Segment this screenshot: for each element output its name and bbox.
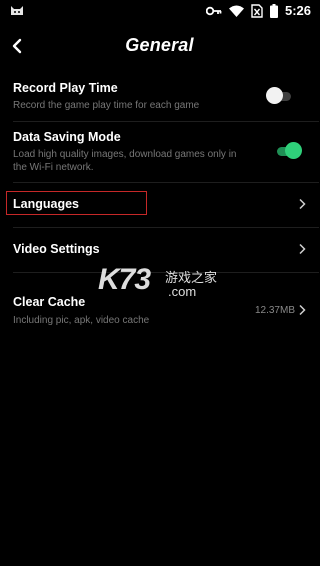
header: General — [0, 28, 319, 64]
data-saving-mode-title: Data Saving Mode — [13, 130, 121, 144]
sim-no-signal-icon — [251, 3, 263, 18]
data-saving-mode-toggle[interactable] — [272, 142, 302, 160]
setting-video-settings[interactable]: Video Settings — [0, 237, 319, 261]
divider — [13, 227, 319, 228]
divider — [13, 121, 319, 122]
record-play-time-subtitle: Record the game play time for each game — [13, 100, 200, 111]
setting-record-play-time: Record Play Time Record the game play ti… — [0, 78, 319, 120]
wifi-icon — [228, 5, 244, 17]
clear-cache-subtitle: Including pic, apk, video cache — [13, 315, 150, 326]
app-cat-icon — [11, 6, 23, 15]
divider — [13, 182, 319, 183]
watermark-logo: K73 — [98, 263, 151, 296]
status-time: 5:26 — [284, 3, 311, 18]
record-play-time-toggle[interactable] — [266, 87, 296, 105]
watermark: K73 游戏之家 .com — [98, 263, 228, 303]
video-settings-title: Video Settings — [13, 242, 100, 256]
chevron-right-icon — [299, 304, 306, 316]
setting-data-saving-mode: Data Saving Mode Load high quality image… — [0, 126, 319, 178]
chevron-right-icon — [299, 243, 306, 255]
data-saving-mode-subtitle-line1: Load high quality images, download games… — [13, 149, 237, 160]
watermark-domain: .com — [168, 284, 197, 299]
chevron-right-icon — [299, 198, 306, 210]
clear-cache-title: Clear Cache — [13, 295, 86, 309]
toggle-thumb — [266, 87, 283, 104]
toggle-thumb — [285, 142, 302, 159]
page-title: General — [125, 35, 194, 55]
battery-icon — [269, 3, 278, 18]
status-bar: 5:26 — [0, 0, 319, 24]
data-saving-mode-subtitle-line2: the Wi-Fi network. — [13, 162, 94, 173]
key-icon — [205, 6, 222, 15]
cache-size-value: 12.37MB — [254, 305, 295, 316]
languages-highlight-box — [6, 191, 147, 215]
record-play-time-title: Record Play Time — [13, 81, 118, 95]
